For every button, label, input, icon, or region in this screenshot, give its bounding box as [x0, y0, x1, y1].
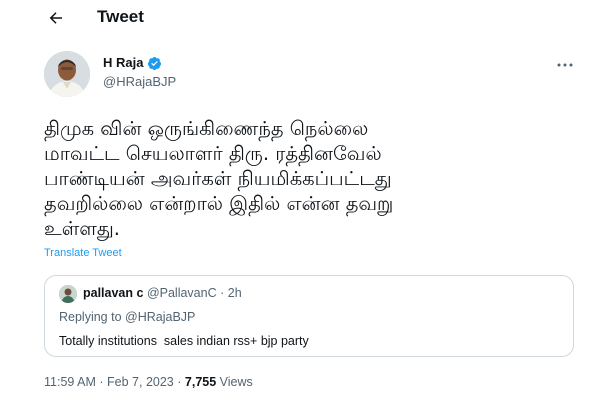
arrow-left-icon — [49, 12, 62, 24]
quoted-tweet-text: Totally institutions sales indian rss+ b… — [59, 334, 309, 348]
avatar-image — [44, 51, 90, 97]
translate-tweet-link[interactable]: Translate Tweet — [44, 247, 122, 259]
meta-separator: · — [177, 375, 182, 389]
tweet-date[interactable]: Feb 7, 2023 — [107, 375, 174, 389]
more-options-button[interactable] — [554, 55, 576, 75]
views-count: 7,755 — [184, 375, 217, 389]
tweet-time[interactable]: 11:59 AM — [44, 375, 96, 389]
quoted-tweet-card[interactable]: pallavan c @PallavanC · 2h Replying to @… — [44, 275, 574, 357]
quoted-avatar-image — [59, 285, 77, 303]
quoted-separator: · — [220, 286, 225, 300]
more-horizontal-icon — [557, 63, 573, 67]
tweet-text: திமுக வின் ஒருங்கிணைந்த நெல்லை மாவட்ட செ… — [44, 116, 564, 241]
quoted-tweet-header: pallavan c @PallavanC · 2h — [83, 285, 242, 301]
tweet-line: உள்ளது. — [44, 217, 120, 240]
meta-separator: · — [99, 375, 104, 389]
quoted-author-name[interactable]: pallavan c — [83, 286, 143, 300]
quoted-time[interactable]: 2h — [228, 286, 242, 300]
replying-to-line: Replying to @HRajaBJP — [59, 309, 195, 325]
tweet-header: Tweet — [0, 0, 600, 36]
tweet-line: மாவட்ட செயலாளர் திரு. ரத்தினவேல் — [44, 142, 382, 165]
quoted-author-handle[interactable]: @PallavanC — [147, 286, 217, 300]
author-name[interactable]: H Raja — [103, 55, 143, 71]
quoted-author-avatar[interactable] — [59, 285, 77, 303]
verified-badge-icon — [148, 56, 162, 70]
tweet-line: தவறில்லை என்றால் இதில் என்ன தவறு — [44, 192, 394, 215]
replying-to-mention[interactable]: @HRajaBJP — [125, 310, 195, 324]
author-name-row[interactable]: H Raja — [103, 55, 162, 71]
views-label: Views — [219, 375, 253, 389]
author-handle[interactable]: @HRajaBJP — [103, 74, 176, 90]
tweet-meta-row: 11:59 AM · Feb 7, 2023 · 7,755 Views — [44, 375, 253, 389]
author-avatar[interactable] — [44, 51, 90, 97]
page-title: Tweet — [97, 7, 144, 26]
replying-prefix: Replying to — [59, 310, 122, 324]
tweet-line: திமுக வின் ஒருங்கிணைந்த நெல்லை — [44, 117, 369, 140]
back-button[interactable] — [44, 6, 68, 30]
tweet-line: பாண்டியன் அவர்கள் நியமிக்கப்பட்டது — [44, 167, 392, 190]
